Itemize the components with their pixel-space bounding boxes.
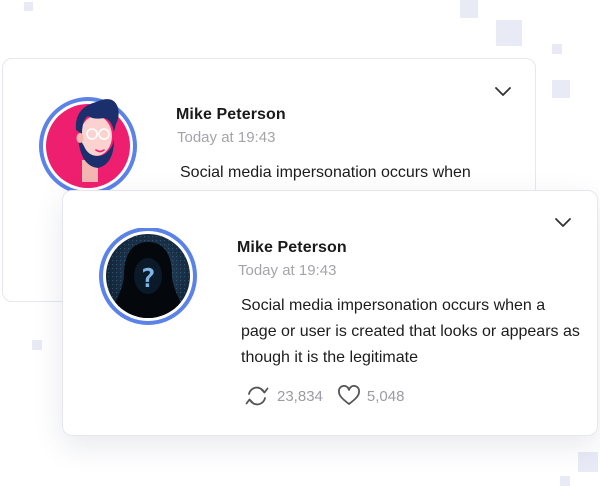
post-text: Social media impersonation occurs when [180, 164, 471, 181]
chevron-down-icon[interactable] [553, 215, 573, 229]
chevron-down-icon[interactable] [493, 84, 513, 98]
decor-square [460, 0, 478, 18]
post-timestamp: Today at 19:43 [238, 262, 337, 279]
decor-square [578, 452, 598, 472]
decor-square [560, 476, 570, 486]
repost-icon [245, 386, 269, 406]
post-author[interactable]: Mike Peterson [176, 106, 286, 124]
post-stats: 23,834 5,048 [243, 385, 404, 407]
notification-stage: Mike Peterson Today at 19:43 Social medi… [0, 0, 600, 486]
like-count: 5,048 [366, 387, 405, 405]
post-text: Social media impersonation occurs when a… [241, 297, 580, 366]
decor-square [496, 20, 522, 46]
svg-text:?: ? [140, 264, 156, 294]
cartoon-bearded-man-avatar[interactable] [36, 90, 146, 200]
decor-square [552, 44, 562, 54]
decor-square [24, 2, 33, 11]
decor-square [32, 340, 42, 350]
like-stat[interactable]: 5,048 [337, 385, 405, 407]
post-author[interactable]: Mike Peterson [237, 239, 347, 257]
post-timestamp: Today at 19:43 [177, 129, 276, 146]
hooded-hacker-avatar[interactable]: ? [96, 228, 206, 338]
share-stat[interactable]: 23,834 [243, 385, 323, 407]
decor-square [552, 80, 570, 98]
heart-icon [337, 385, 360, 405]
share-count: 23,834 [277, 387, 323, 405]
